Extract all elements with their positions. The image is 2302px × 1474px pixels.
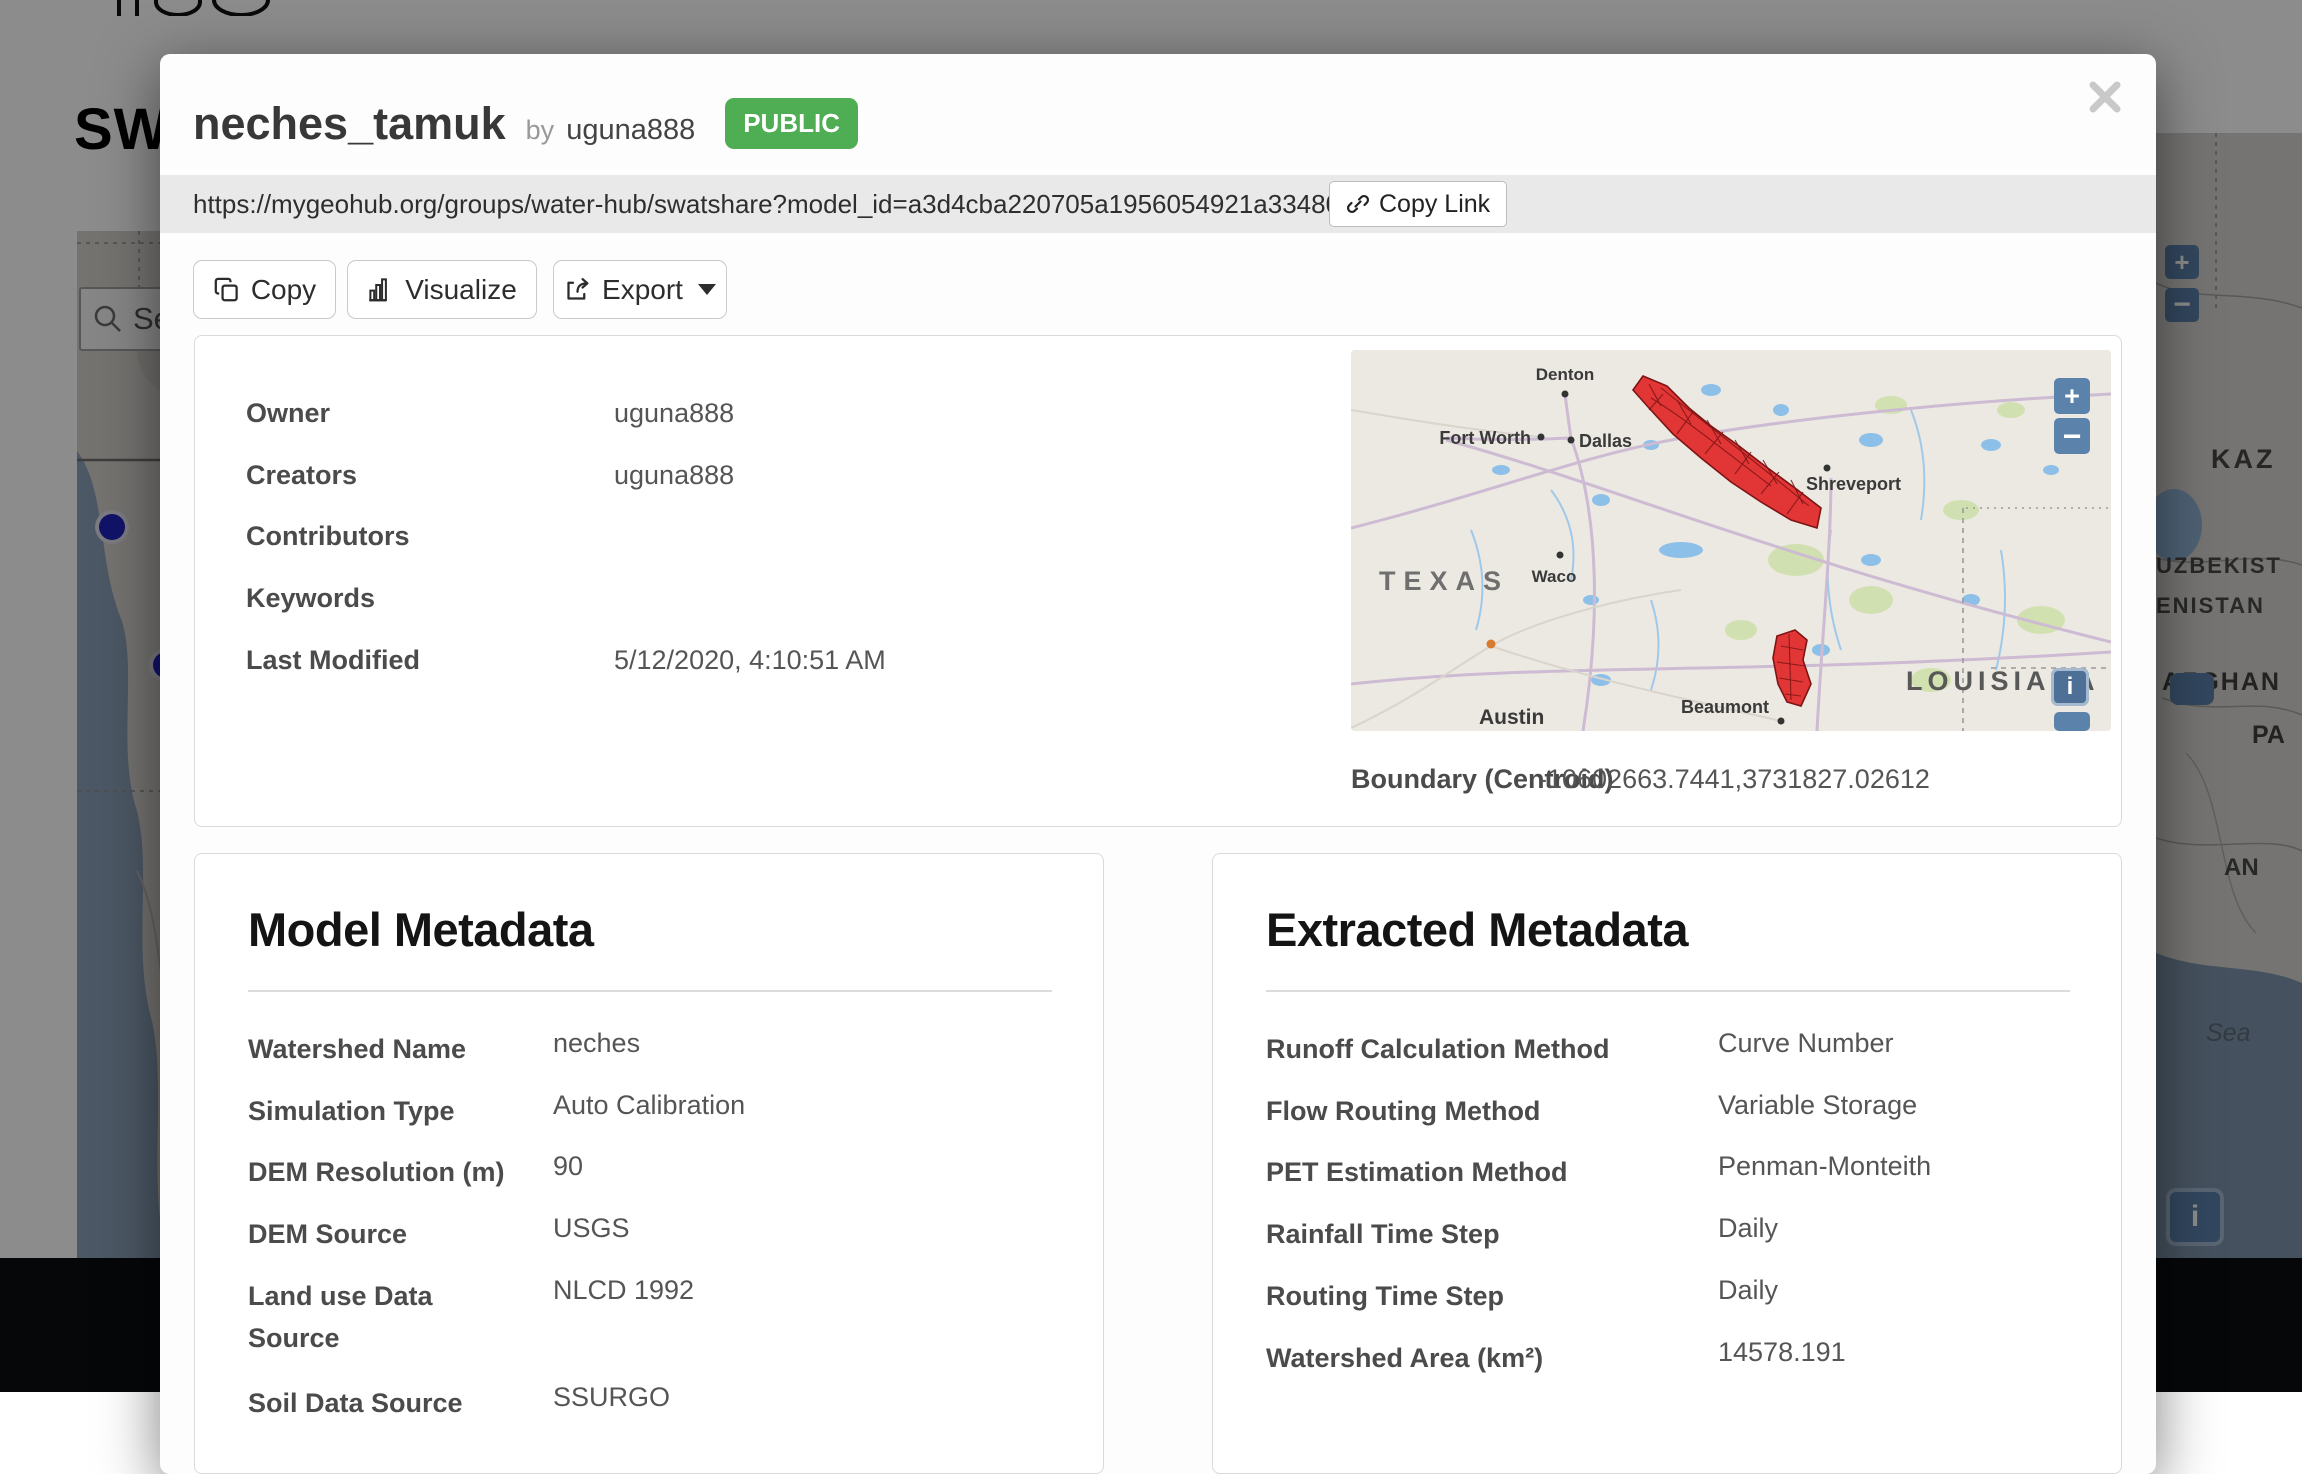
minimap-city-label: Denton xyxy=(1536,365,1595,384)
share-url: https://mygeohub.org/groups/water-hub/sw… xyxy=(193,189,1369,220)
metadata-label: DEM Resolution (m) xyxy=(248,1151,505,1193)
export-icon xyxy=(564,276,591,303)
visualize-button[interactable]: Visualize xyxy=(347,260,537,319)
model-detail-dialog: neches_tamuk by uguna888 PUBLIC https://… xyxy=(160,54,2156,1474)
chevron-down-icon xyxy=(698,284,716,295)
link-icon xyxy=(1346,192,1370,216)
minimap-city-label: Beaumont xyxy=(1681,697,1769,717)
metadata-label: Routing Time Step xyxy=(1266,1275,1504,1317)
metadata-value: Daily xyxy=(1718,1275,1778,1306)
metadata-value: NLCD 1992 xyxy=(553,1275,694,1306)
metadata-value: Variable Storage xyxy=(1718,1090,1917,1121)
minimap-info-button[interactable]: i xyxy=(2051,668,2089,706)
minimap-city-label: Shreveport xyxy=(1806,474,1901,494)
metadata-label: Flow Routing Method xyxy=(1266,1090,1540,1132)
metadata-value: neches xyxy=(553,1028,640,1059)
visibility-badge: PUBLIC xyxy=(725,98,858,149)
metadata-label: DEM Source xyxy=(248,1213,407,1255)
overview-row-value: 5/12/2020, 4:10:51 AM xyxy=(614,645,886,676)
visualize-button-label: Visualize xyxy=(405,274,517,306)
extracted-metadata-card: Extracted Metadata Runoff Calculation Me… xyxy=(1212,853,2122,1474)
metadata-label: Soil Data Source xyxy=(248,1382,463,1424)
minimap-zoom-in-button[interactable]: + xyxy=(2054,378,2090,414)
dialog-header: neches_tamuk by uguna888 PUBLIC xyxy=(193,98,858,156)
export-button-label: Export xyxy=(602,274,683,306)
copy-button-label: Copy xyxy=(251,274,316,306)
metadata-value: 14578.191 xyxy=(1718,1337,1846,1368)
metadata-value: SSURGO xyxy=(553,1382,670,1413)
model-metadata-heading: Model Metadata xyxy=(248,902,594,957)
copy-link-label: Copy Link xyxy=(1379,190,1490,219)
metadata-value: Curve Number xyxy=(1718,1028,1894,1059)
bar-chart-icon xyxy=(367,276,394,303)
metadata-label: Watershed Name xyxy=(248,1028,466,1070)
metadata-value: Auto Calibration xyxy=(553,1090,745,1121)
metadata-value: Penman-Monteith xyxy=(1718,1151,1931,1182)
copy-button[interactable]: Copy xyxy=(193,260,336,319)
minimap-city-label: Austin xyxy=(1479,706,1544,729)
copy-link-button[interactable]: Copy Link xyxy=(1329,181,1507,227)
metadata-value: Daily xyxy=(1718,1213,1778,1244)
metadata-label: Land use Data Source xyxy=(248,1275,448,1359)
metadata-label: PET Estimation Method xyxy=(1266,1151,1568,1193)
overview-card: Owner uguna888 Creators uguna888 Contrib… xyxy=(194,335,2122,827)
watershed-minimap[interactable]: Denton Fort Worth Dallas Shreveport Waco… xyxy=(1351,350,2111,731)
metadata-label: Rainfall Time Step xyxy=(1266,1213,1500,1255)
metadata-value: 90 xyxy=(553,1151,583,1182)
overview-row-label: Owner xyxy=(246,398,330,429)
minimap-canvas: Denton Fort Worth Dallas Shreveport Waco… xyxy=(1351,350,2111,731)
boundary-value: -10602663.7441,3731827.02612 xyxy=(1538,764,1930,795)
overview-row-label: Last Modified xyxy=(246,645,420,676)
close-button[interactable] xyxy=(2086,78,2130,122)
author-name[interactable]: uguna888 xyxy=(566,114,695,147)
export-button[interactable]: Export xyxy=(553,260,727,319)
metadata-label: Simulation Type xyxy=(248,1090,455,1132)
metadata-label: Watershed Area (km²) xyxy=(1266,1337,1543,1379)
divider xyxy=(248,990,1052,992)
byline-label: by xyxy=(526,115,555,146)
overview-row-label: Contributors xyxy=(246,521,409,552)
overview-row-value: uguna888 xyxy=(614,398,734,429)
share-url-bar: https://mygeohub.org/groups/water-hub/sw… xyxy=(160,175,2156,233)
copy-icon xyxy=(213,276,240,303)
overview-row-label: Creators xyxy=(246,460,357,491)
minimap-zoom-out-button[interactable]: − xyxy=(2054,418,2090,454)
overview-row-label: Keywords xyxy=(246,583,375,614)
minimap-control-button[interactable] xyxy=(2054,712,2090,731)
minimap-state-label: TEXAS xyxy=(1379,566,1509,596)
model-title: neches_tamuk xyxy=(193,98,506,150)
minimap-city-label: Waco xyxy=(1532,567,1577,586)
minimap-city-label: Dallas xyxy=(1579,431,1632,451)
metadata-value: USGS xyxy=(553,1213,630,1244)
overview-row-value: uguna888 xyxy=(614,460,734,491)
metadata-label: Runoff Calculation Method xyxy=(1266,1028,1609,1070)
minimap-city-label: Fort Worth xyxy=(1439,428,1531,448)
extracted-metadata-heading: Extracted Metadata xyxy=(1266,902,1688,957)
model-metadata-card: Model Metadata Watershed Name neches Sim… xyxy=(194,853,1104,1474)
divider xyxy=(1266,990,2070,992)
close-icon xyxy=(2086,78,2124,116)
